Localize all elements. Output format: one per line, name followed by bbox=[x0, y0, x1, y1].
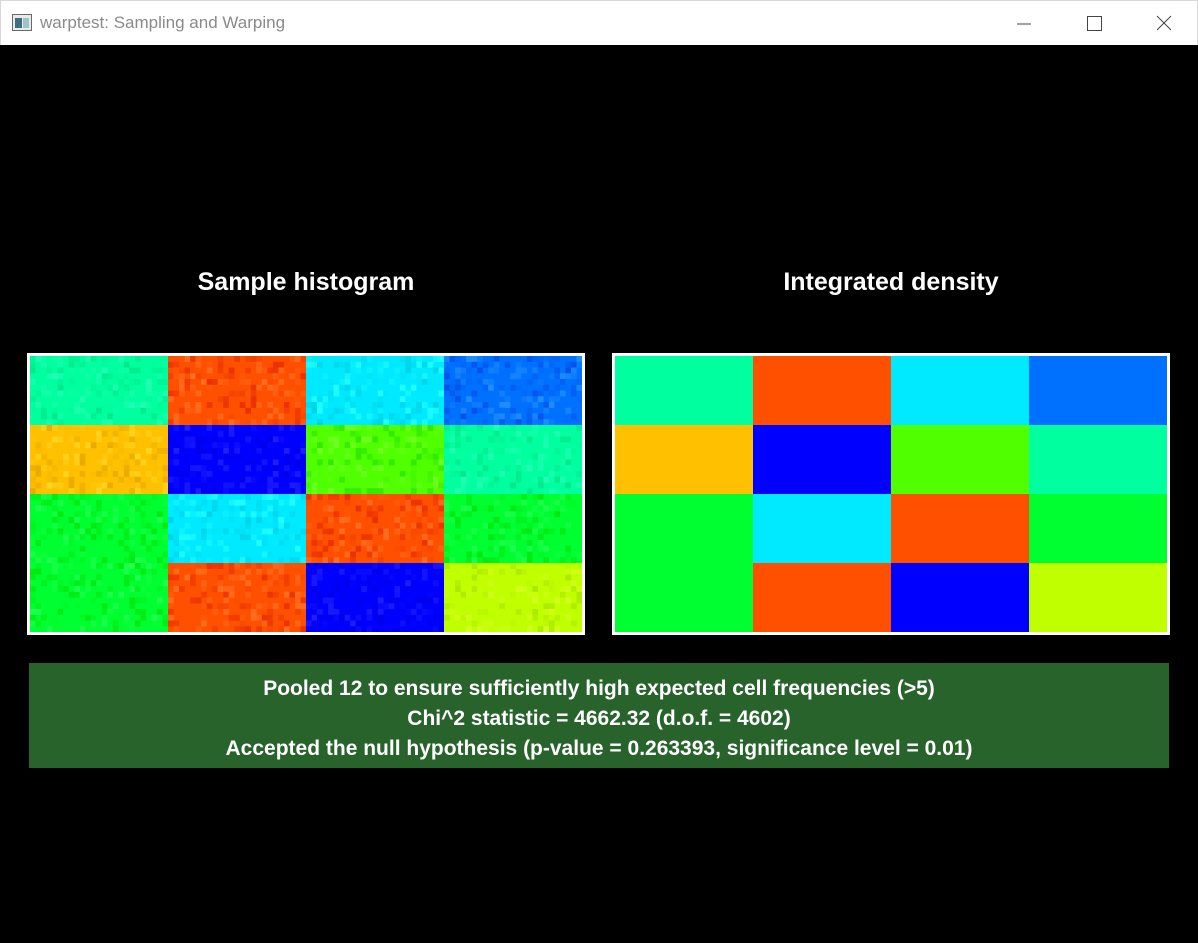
heatmap-cell-r0-c2 bbox=[891, 356, 1030, 426]
heatmap-cell-r3-c3 bbox=[1029, 563, 1167, 632]
close-icon bbox=[1156, 15, 1172, 31]
heatmap-cell-r2-c2 bbox=[891, 494, 1030, 564]
window-title: warptest: Sampling and Warping bbox=[40, 13, 286, 32]
title-bar[interactable]: warptest: Sampling and Warping bbox=[0, 0, 1198, 45]
result-chi2-line: Chi^2 statistic = 4662.32 (d.o.f. = 4602… bbox=[407, 707, 791, 730]
heatmap-cell-r1-c1 bbox=[753, 425, 892, 495]
heatmap-cell-r1-c0 bbox=[615, 425, 754, 495]
heatmap-cell-r2-c3 bbox=[1029, 494, 1167, 564]
heatmap-cell-r3-c2 bbox=[891, 563, 1030, 632]
heatmap-cell-r0-c3 bbox=[1029, 356, 1167, 426]
app-window: warptest: Sampling and Warping Sample hi… bbox=[0, 0, 1198, 943]
heatmap-cell-r0-c1 bbox=[753, 356, 892, 426]
integrated-density-title: Integrated density bbox=[783, 268, 999, 296]
sample-histogram-title: Sample histogram bbox=[197, 268, 415, 296]
sample-histogram-heatmap bbox=[30, 356, 582, 632]
integrated-density-heatmap bbox=[615, 356, 1167, 632]
minimize-button[interactable] bbox=[989, 1, 1059, 46]
heatmap-cell-r3-c0 bbox=[615, 563, 754, 632]
sample-histogram-plot bbox=[27, 353, 585, 635]
heatmap-cell-r1-c3 bbox=[1029, 425, 1167, 495]
test-results-panel: Pooled 12 to ensure sufficiently high ex… bbox=[29, 663, 1169, 768]
result-hypothesis-line: Accepted the null hypothesis (p-value = … bbox=[225, 737, 973, 760]
heatmap-cell-r2-c1 bbox=[753, 494, 892, 564]
maximize-button[interactable] bbox=[1059, 1, 1129, 46]
minimize-icon bbox=[1017, 23, 1031, 25]
app-icon bbox=[12, 14, 32, 31]
result-pooled-line: Pooled 12 to ensure sufficiently high ex… bbox=[263, 677, 935, 700]
heatmap-cell-r3-c1 bbox=[753, 563, 892, 632]
heatmap-cell-r0-c0 bbox=[615, 356, 754, 426]
close-button[interactable] bbox=[1129, 1, 1198, 46]
maximize-icon bbox=[1087, 16, 1102, 31]
heatmap-cell-r2-c0 bbox=[615, 494, 754, 564]
integrated-density-plot bbox=[612, 353, 1170, 635]
heatmap-cell-r1-c2 bbox=[891, 425, 1030, 495]
